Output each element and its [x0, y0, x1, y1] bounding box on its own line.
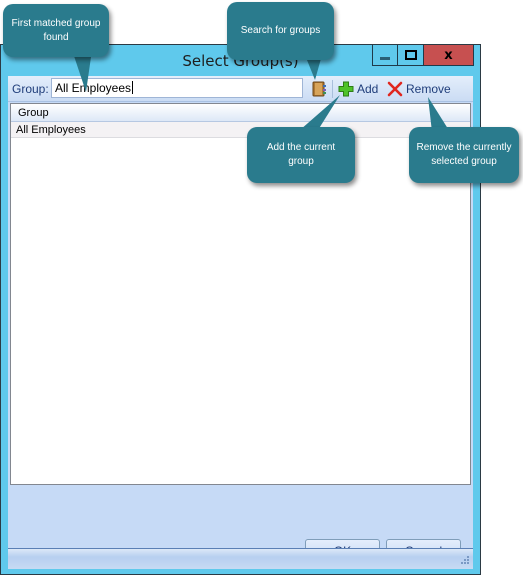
- caption-buttons: x: [372, 45, 474, 67]
- address-book-icon: [312, 81, 326, 97]
- toolbar-separator: [332, 80, 333, 98]
- plus-icon: [338, 81, 354, 97]
- close-button[interactable]: x: [424, 45, 474, 66]
- group-input[interactable]: All Employees: [51, 78, 303, 98]
- maximize-button[interactable]: [398, 45, 424, 66]
- resize-grip[interactable]: [460, 555, 470, 566]
- minimize-icon: [380, 56, 390, 60]
- remove-button-label: Remove: [406, 82, 451, 96]
- close-icon: x: [444, 47, 453, 63]
- callout-search: Search for groups: [227, 2, 334, 60]
- search-groups-button[interactable]: [310, 80, 328, 98]
- red-x-icon: [387, 81, 403, 97]
- status-bar: [8, 548, 473, 569]
- group-list[interactable]: Group All Employees: [10, 103, 471, 485]
- resize-grip-icon: [461, 556, 469, 564]
- callout-first-match: First matched group found: [3, 4, 109, 57]
- list-row[interactable]: All Employees: [11, 122, 470, 138]
- maximize-icon: [404, 50, 417, 60]
- callout-add: Add the current group: [247, 127, 355, 183]
- text-caret: [132, 81, 134, 94]
- add-button-label: Add: [357, 82, 379, 96]
- group-input-value: All Employees: [55, 81, 132, 95]
- add-button[interactable]: Add: [338, 80, 378, 98]
- column-header-group[interactable]: Group: [11, 104, 470, 122]
- group-label: Group:: [12, 82, 49, 96]
- toolbar: Group: All Employees Add Remove: [8, 76, 473, 102]
- remove-button[interactable]: Remove: [387, 80, 451, 98]
- dialog-client-area: Group: All Employees Add Remove Group Al…: [8, 76, 473, 569]
- callout-remove: Remove the currently selected group: [409, 127, 519, 183]
- select-groups-dialog: Select Group(s) x Group: All Employees A…: [0, 44, 481, 575]
- minimize-button[interactable]: [372, 45, 398, 66]
